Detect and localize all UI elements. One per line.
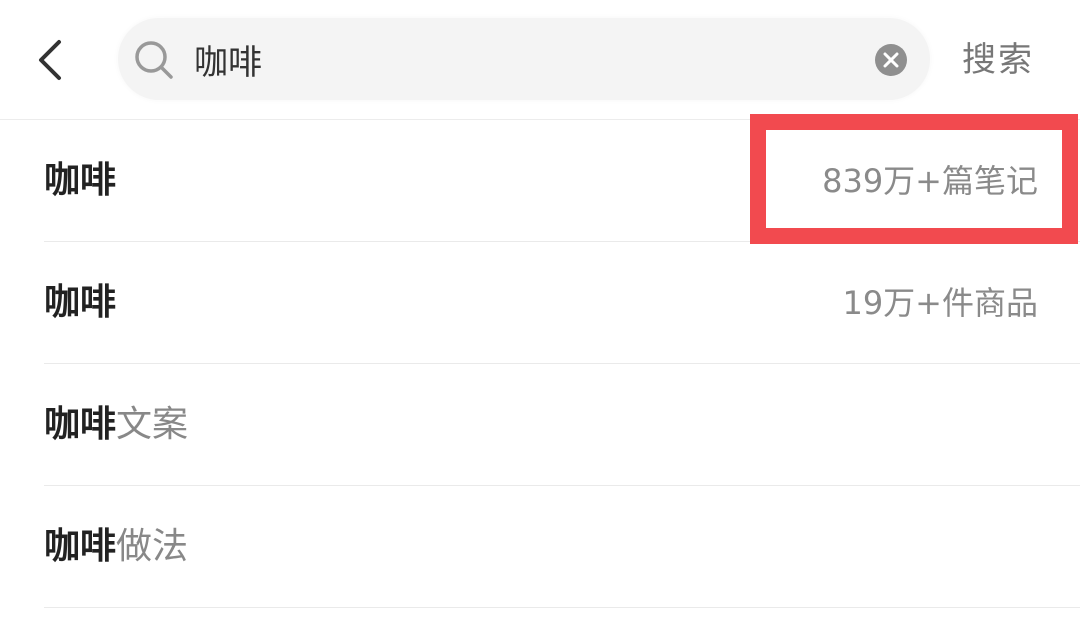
suggestion-label: 咖啡 bbox=[44, 242, 116, 364]
suggestion-keyword: 咖啡 bbox=[44, 282, 117, 323]
suggestion-label: 咖啡文案 bbox=[44, 364, 188, 486]
suggestion-label: 咖啡做法 bbox=[44, 486, 188, 608]
search-button[interactable]: 搜索 bbox=[962, 30, 1062, 90]
suggestion-keyword: 咖啡 bbox=[44, 526, 117, 567]
suggestion-label: 咖啡 bbox=[44, 120, 116, 242]
search-header: 搜索 bbox=[0, 0, 1080, 120]
suggestion-suffix: 文案 bbox=[116, 404, 189, 445]
chevron-left-icon bbox=[39, 40, 61, 80]
divider bbox=[44, 607, 1080, 608]
search-box[interactable] bbox=[118, 18, 930, 100]
suggestion-item[interactable]: 咖啡文案 bbox=[0, 364, 1080, 486]
suggestion-item[interactable]: 咖啡 839万+篇笔记 bbox=[0, 120, 1080, 242]
suggestion-keyword: 咖啡 bbox=[44, 160, 117, 201]
suggestion-item[interactable]: 咖啡 19万+件商品 bbox=[0, 242, 1080, 364]
suggestion-item[interactable]: 咖啡做法 bbox=[0, 486, 1080, 608]
search-icon bbox=[135, 41, 173, 79]
suggestion-suffix: 做法 bbox=[116, 526, 189, 567]
suggestion-list: 咖啡 839万+篇笔记 咖啡 19万+件商品 咖啡文案 咖啡做法 bbox=[0, 120, 1080, 608]
suggestion-keyword: 咖啡 bbox=[44, 404, 117, 445]
suggestion-meta: 19万+件商品 bbox=[842, 284, 1038, 322]
clear-circle-icon[interactable] bbox=[874, 43, 908, 77]
back-button[interactable] bbox=[22, 30, 78, 90]
search-input[interactable] bbox=[194, 18, 854, 100]
suggestion-meta: 839万+篇笔记 bbox=[822, 162, 1038, 200]
